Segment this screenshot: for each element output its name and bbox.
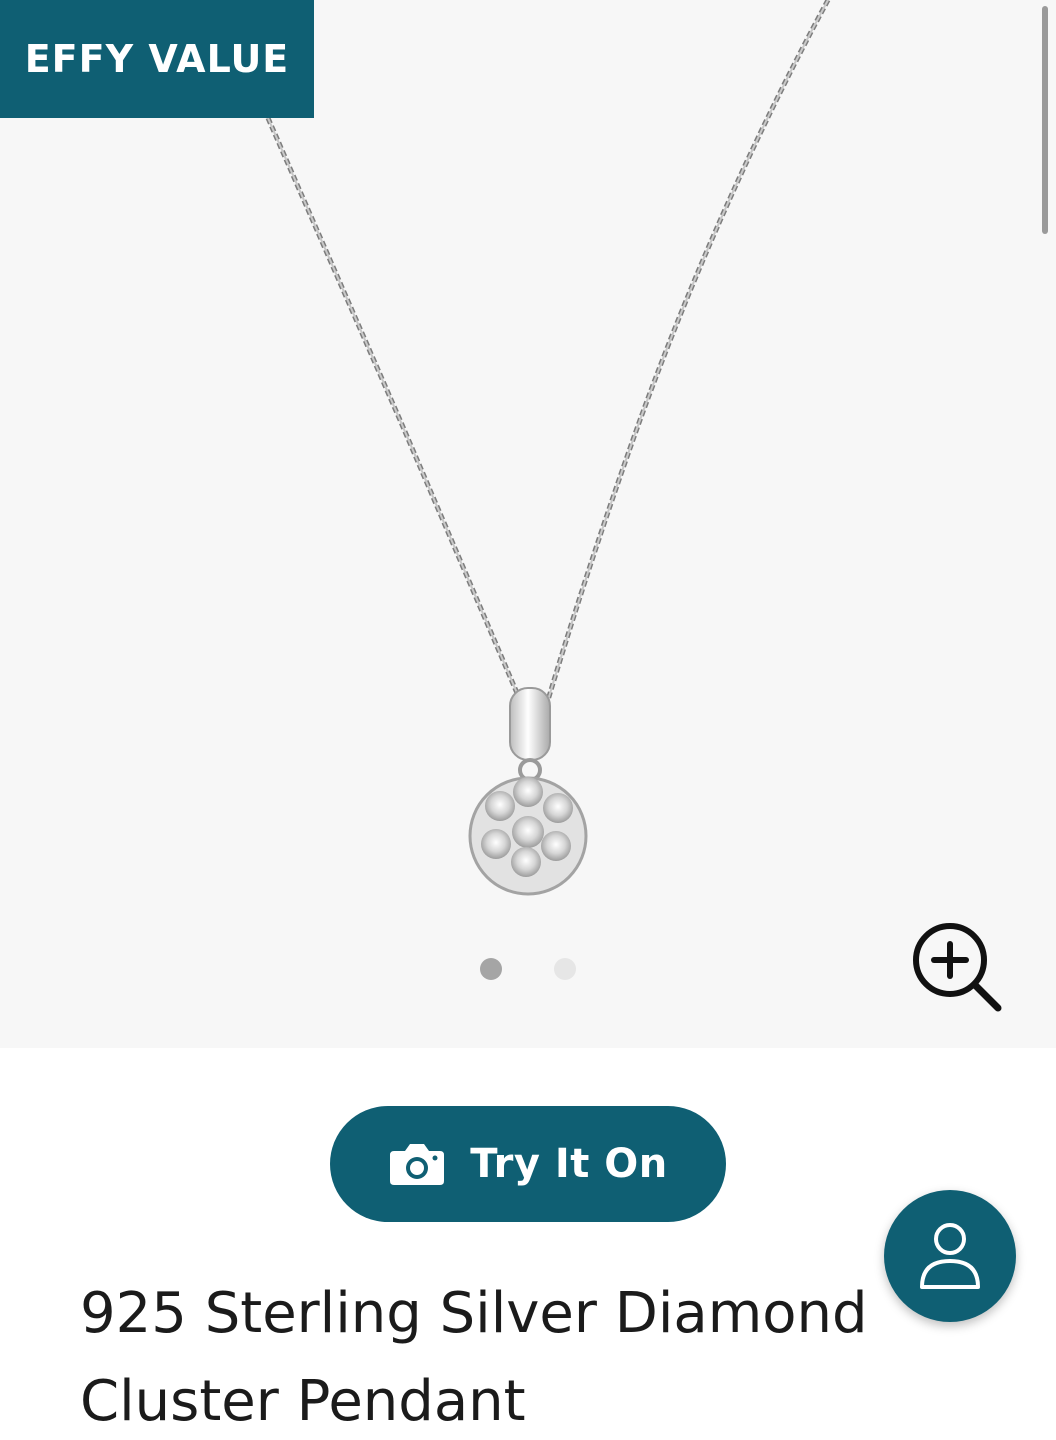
product-image[interactable] [0,0,1056,1048]
page-scrollbar[interactable] [1042,6,1048,234]
user-icon [920,1223,980,1289]
account-button[interactable] [884,1190,1016,1322]
effy-value-badge: EFFY VALUE [0,0,314,118]
try-it-on-label: Try It On [470,1141,668,1187]
camera-icon [390,1144,445,1185]
carousel-pagination [0,958,1056,982]
carousel-dot-1[interactable] [480,958,502,980]
product-image-gallery[interactable]: EFFY VALUE [0,0,1056,1048]
product-title: 925 Sterling Silver Diamond Cluster Pend… [80,1281,868,1434]
zoom-in-icon[interactable] [904,918,1008,1018]
product-page: EFFY VALUE Try It On 925 Sterling Silver… [0,0,1056,1440]
carousel-dot-2[interactable] [554,958,576,980]
try-it-on-button[interactable]: Try It On [330,1106,726,1222]
